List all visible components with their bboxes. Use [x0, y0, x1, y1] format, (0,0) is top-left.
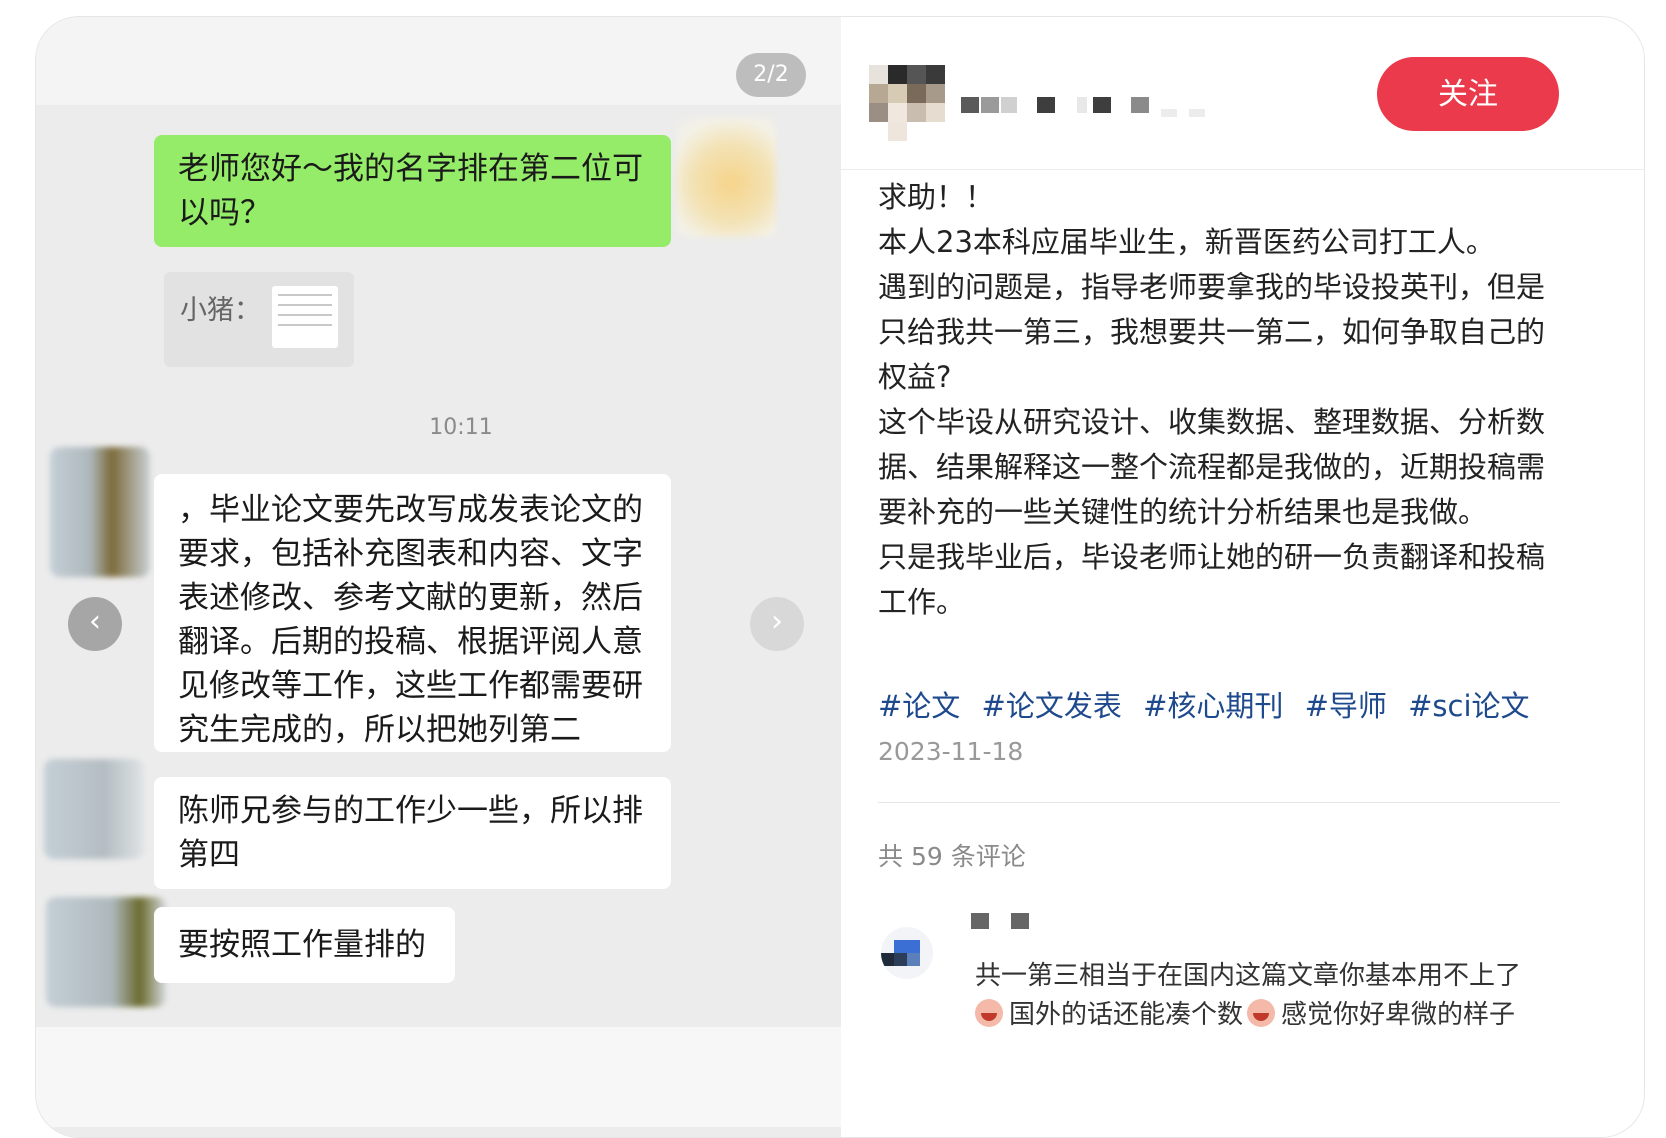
crying-emoji-icon [975, 999, 1003, 1027]
quote-label: 小猪： [180, 295, 261, 326]
commenter-avatar[interactable] [881, 927, 933, 979]
tag-link[interactable]: #核心期刊 [1143, 689, 1283, 723]
chat-message-received: 陈师兄参与的工作少一些，所以排第四 [154, 777, 671, 889]
chevron-left-icon: ‹ [89, 604, 101, 639]
follow-button[interactable]: 关注 [1377, 57, 1559, 131]
author-name-blurred[interactable] [961, 83, 1211, 117]
author-avatar[interactable] [869, 65, 945, 141]
tag-link[interactable]: #sci论文 [1408, 689, 1529, 723]
comment-count: 共 59 条评论 [878, 842, 1026, 871]
tag-link[interactable]: #论文 [878, 689, 960, 723]
post-line: 只是我毕业后，毕设老师让她的研一负责翻译和投稿工作。 [878, 540, 1546, 619]
chat-message-text: 要按照工作量排的 [178, 927, 426, 963]
chat-message-sent: 老师您好～我的名字排在第二位可以吗？ [154, 135, 671, 247]
divider [878, 802, 1560, 803]
post-detail-panel: 关注 求助！！ 本人23本科应届毕业生，新晋医药公司打工人。 遇到的问题是，指导… [841, 17, 1644, 1137]
post-line: 求助！！ [878, 180, 995, 214]
carousel-top-area [36, 17, 841, 105]
image-counter: 2/2 [736, 53, 806, 97]
quoted-message: 小猪： [164, 272, 354, 367]
image-carousel[interactable]: 2/2 老师您好～我的名字排在第二位可以吗？ 小猪： 10:11 ，毕业论文要先… [36, 17, 841, 1137]
comment-text-part: 共一第三相当于在国内这篇文章你基本用不上了 [975, 961, 1522, 991]
chat-message-text: 老师您好～我的名字排在第二位可以吗？ [178, 151, 643, 231]
receiver-avatar [44, 759, 144, 859]
comment-text-part: 国外的话还能凑个数 [1009, 1000, 1244, 1030]
post-date: 2023-11-18 [878, 737, 1024, 766]
document-thumbnail [272, 286, 338, 348]
post-tags: #论文 #论文发表 #核心期刊 #导师 #sci论文 [878, 683, 1542, 729]
chat-message-text: ，毕业论文要先改写成发表论文的要求，包括补充图表和内容、文字表述修改、参考文献的… [178, 492, 643, 748]
chat-message-received: 要按照工作量排的 [154, 907, 455, 983]
divider [841, 169, 1644, 170]
commenter-name-blurred[interactable] [971, 911, 1041, 931]
carousel-prev-button[interactable]: ‹ [68, 597, 122, 651]
tag-link[interactable]: #论文发表 [982, 689, 1122, 723]
post-line: 这个毕设从研究设计、收集数据、整理数据、分析数据、结果解释这一整个流程都是我做的… [878, 405, 1546, 529]
post-body: 求助！！ 本人23本科应届毕业生，新晋医药公司打工人。 遇到的问题是，指导老师要… [878, 175, 1558, 625]
chat-message-text: 陈师兄参与的工作少一些，所以排第四 [178, 793, 643, 873]
receiver-avatar [46, 897, 166, 1007]
chevron-right-icon: › [771, 604, 783, 639]
comment-text: 共一第三相当于在国内这篇文章你基本用不上了 国外的话还能凑个数 感觉你好卑微的样子 [975, 957, 1575, 1035]
carousel-next-button[interactable]: › [750, 597, 804, 651]
tag-link[interactable]: #导师 [1305, 689, 1387, 723]
chat-input-bar [36, 1027, 841, 1127]
post-detail-card: 2/2 老师您好～我的名字排在第二位可以吗？ 小猪： 10:11 ，毕业论文要先… [35, 16, 1645, 1138]
sender-avatar [676, 117, 776, 237]
receiver-avatar [50, 447, 150, 577]
chat-timestamp: 10:11 [429, 415, 493, 440]
post-line: 遇到的问题是，指导老师要拿我的毕设投英刊，但是只给我共一第三，我想要共一第二，如… [878, 270, 1546, 394]
chat-message-received: ，毕业论文要先改写成发表论文的要求，包括补充图表和内容、文字表述修改、参考文献的… [154, 474, 671, 752]
post-line: 本人23本科应届毕业生，新晋医药公司打工人。 [878, 225, 1495, 259]
comment-text-part: 感觉你好卑微的样子 [1281, 1000, 1516, 1030]
crying-emoji-icon [1247, 999, 1276, 1027]
